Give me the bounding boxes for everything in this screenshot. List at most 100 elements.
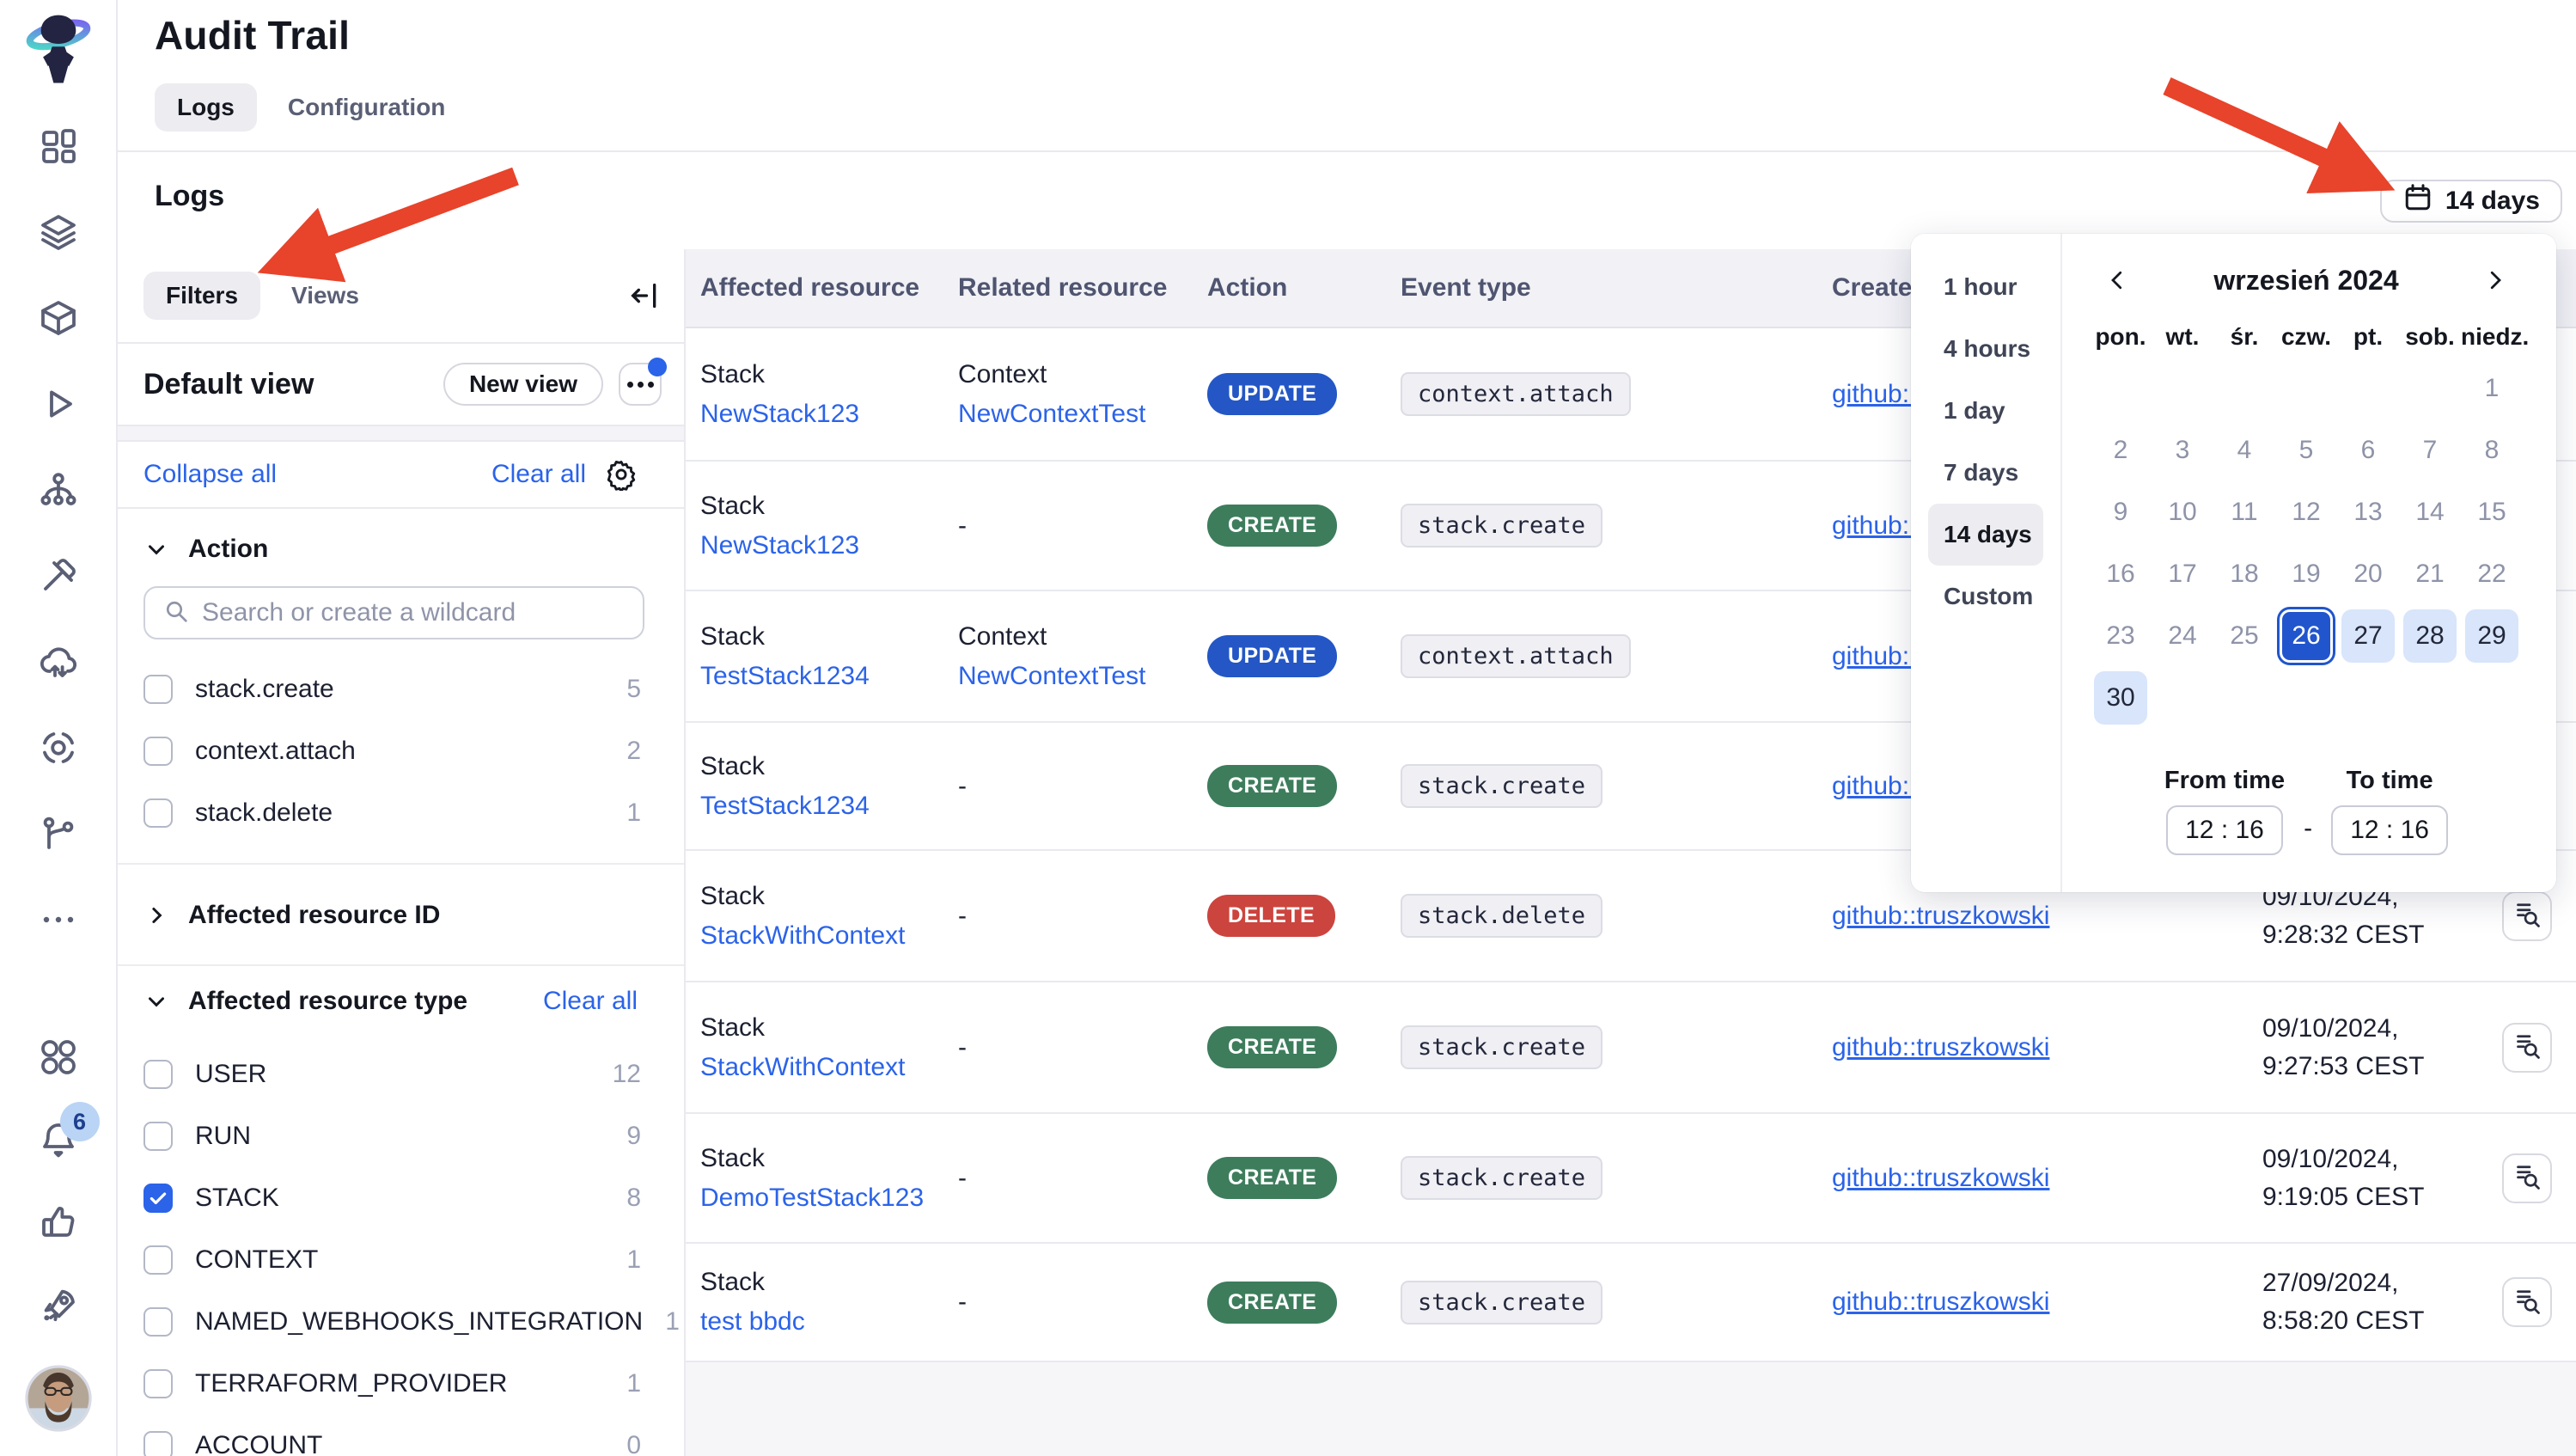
range-option-4-hours[interactable]: 4 hours — [1928, 318, 2043, 380]
range-option-custom[interactable]: Custom — [1928, 566, 2043, 627]
dashboard-icon[interactable] — [36, 124, 81, 168]
calendar-day[interactable]: 1 — [2465, 362, 2518, 415]
affected-resource-link[interactable]: test bbdc — [700, 1302, 805, 1342]
calendar-day[interactable]: 13 — [2341, 486, 2395, 539]
chevron-down-icon[interactable] — [143, 536, 169, 562]
checkbox[interactable] — [143, 1245, 173, 1275]
view-log-details-button[interactable] — [2502, 1277, 2552, 1327]
range-option-14-days[interactable]: 14 days — [1928, 504, 2043, 566]
calendar-day[interactable]: 12 — [2280, 486, 2333, 539]
calendar-day-in-range[interactable]: 27 — [2341, 609, 2395, 663]
calendar-day[interactable]: 25 — [2218, 609, 2271, 663]
next-month-icon[interactable] — [2478, 263, 2512, 297]
affected-resource-link[interactable]: StackWithContext — [700, 1048, 905, 1087]
from-time-input[interactable]: 12 : 16 — [2166, 805, 2283, 855]
checkbox[interactable] — [143, 1122, 173, 1151]
range-option-1-hour[interactable]: 1 hour — [1928, 256, 2043, 318]
calendar-day[interactable]: 5 — [2280, 424, 2333, 477]
resources-icon[interactable] — [36, 725, 81, 770]
created-by-link[interactable]: github::truszkowski — [1832, 1288, 2049, 1316]
user-avatar[interactable] — [25, 1365, 92, 1432]
calendar-day[interactable]: 18 — [2218, 548, 2271, 601]
worker-tools-icon[interactable] — [36, 554, 81, 598]
calendar-day[interactable]: 8 — [2465, 424, 2518, 477]
calendar-day[interactable]: 11 — [2218, 486, 2271, 539]
spacelift-logo-icon[interactable] — [25, 14, 92, 88]
calendar-day[interactable]: 14 — [2403, 486, 2457, 539]
calendar-day-in-range[interactable]: 30 — [2094, 671, 2147, 725]
calendar-day[interactable]: 9 — [2094, 486, 2147, 539]
view-log-details-button[interactable] — [2502, 1153, 2552, 1203]
gear-icon[interactable] — [605, 458, 638, 491]
tab-configuration[interactable]: Configuration — [288, 94, 446, 121]
blueprints-icon[interactable] — [36, 296, 81, 340]
feedback-icon[interactable] — [36, 1200, 81, 1245]
prev-month-icon[interactable] — [2100, 263, 2134, 297]
created-by-link[interactable]: github::truszkowski — [1832, 1033, 2049, 1061]
chevron-down-icon[interactable] — [143, 988, 169, 1014]
affected-resource-link[interactable]: NewStack123 — [700, 526, 859, 566]
created-by-link[interactable]: github::truszkowski — [1832, 902, 2049, 930]
checkbox-checked[interactable] — [143, 1184, 173, 1213]
affected-resource-link[interactable]: DemoTestStack123 — [700, 1178, 924, 1218]
checkbox[interactable] — [143, 1431, 173, 1456]
checkbox[interactable] — [143, 1307, 173, 1337]
checkbox[interactable] — [143, 675, 173, 704]
date-range-button[interactable]: 14 days — [2380, 180, 2562, 223]
calendar-day[interactable]: 16 — [2094, 548, 2147, 601]
search-input[interactable] — [202, 598, 626, 627]
related-resource-link[interactable]: NewContextTest — [958, 395, 1145, 434]
calendar-day[interactable]: 23 — [2094, 609, 2147, 663]
tab-logs[interactable]: Logs — [155, 83, 257, 132]
view-menu-button[interactable] — [619, 363, 662, 406]
affected-resource-link[interactable]: TestStack1234 — [700, 786, 870, 826]
more-icon[interactable] — [36, 897, 81, 942]
checkbox[interactable] — [143, 798, 173, 828]
calendar-day[interactable]: 15 — [2465, 486, 2518, 539]
calendar-day[interactable]: 21 — [2403, 548, 2457, 601]
stacks-icon[interactable] — [36, 210, 81, 254]
checkbox[interactable] — [143, 737, 173, 766]
policies-icon[interactable] — [36, 811, 81, 856]
cloud-sync-icon[interactable] — [36, 639, 81, 684]
range-option-7-days[interactable]: 7 days — [1928, 442, 2043, 504]
clear-all-resource-type-link[interactable]: Clear all — [543, 987, 638, 1016]
calendar-day-selected[interactable]: 26 — [2280, 609, 2333, 663]
apps-icon[interactable] — [36, 1035, 81, 1080]
calendar-day[interactable]: 10 — [2156, 486, 2209, 539]
view-log-details-button[interactable] — [2502, 1023, 2552, 1073]
chevron-right-icon[interactable] — [143, 902, 169, 928]
spaces-icon[interactable] — [36, 468, 81, 512]
calendar-day[interactable]: 20 — [2341, 548, 2395, 601]
calendar-day[interactable]: 4 — [2218, 424, 2271, 477]
calendar-day[interactable]: 22 — [2465, 548, 2518, 601]
tab-filters[interactable]: Filters — [143, 272, 260, 320]
affected-resource-link[interactable]: NewStack123 — [700, 395, 859, 434]
new-view-button[interactable]: New view — [443, 363, 603, 406]
affected-resource-link[interactable]: TestStack1234 — [700, 657, 870, 696]
calendar-day[interactable]: 6 — [2341, 424, 2395, 477]
notifications-icon[interactable]: 6 — [36, 1117, 81, 1162]
checkbox[interactable] — [143, 1060, 173, 1089]
calendar-day[interactable]: 17 — [2156, 548, 2209, 601]
calendar-day[interactable]: 2 — [2094, 424, 2147, 477]
collapse-panel-icon[interactable] — [627, 278, 662, 313]
calendar-day[interactable]: 3 — [2156, 424, 2209, 477]
calendar-day-in-range[interactable]: 29 — [2465, 609, 2518, 663]
to-time-input[interactable]: 12 : 16 — [2331, 805, 2448, 855]
tab-views[interactable]: Views — [291, 282, 359, 309]
collapse-all-link[interactable]: Collapse all — [143, 460, 277, 489]
runs-icon[interactable] — [36, 382, 81, 426]
clear-all-link[interactable]: Clear all — [491, 460, 586, 489]
range-option-1-day[interactable]: 1 day — [1928, 380, 2043, 442]
created-by-link[interactable]: github::truszkowski — [1832, 1164, 2049, 1192]
calendar-day[interactable]: 19 — [2280, 548, 2333, 601]
related-resource-link[interactable]: NewContextTest — [958, 657, 1145, 696]
view-log-details-button[interactable] — [2502, 891, 2552, 941]
calendar-day[interactable]: 24 — [2156, 609, 2209, 663]
calendar-day[interactable]: 7 — [2403, 424, 2457, 477]
launchpad-icon[interactable] — [36, 1282, 81, 1327]
checkbox[interactable] — [143, 1369, 173, 1398]
calendar-day-in-range[interactable]: 28 — [2403, 609, 2457, 663]
affected-resource-link[interactable]: StackWithContext — [700, 916, 905, 956]
